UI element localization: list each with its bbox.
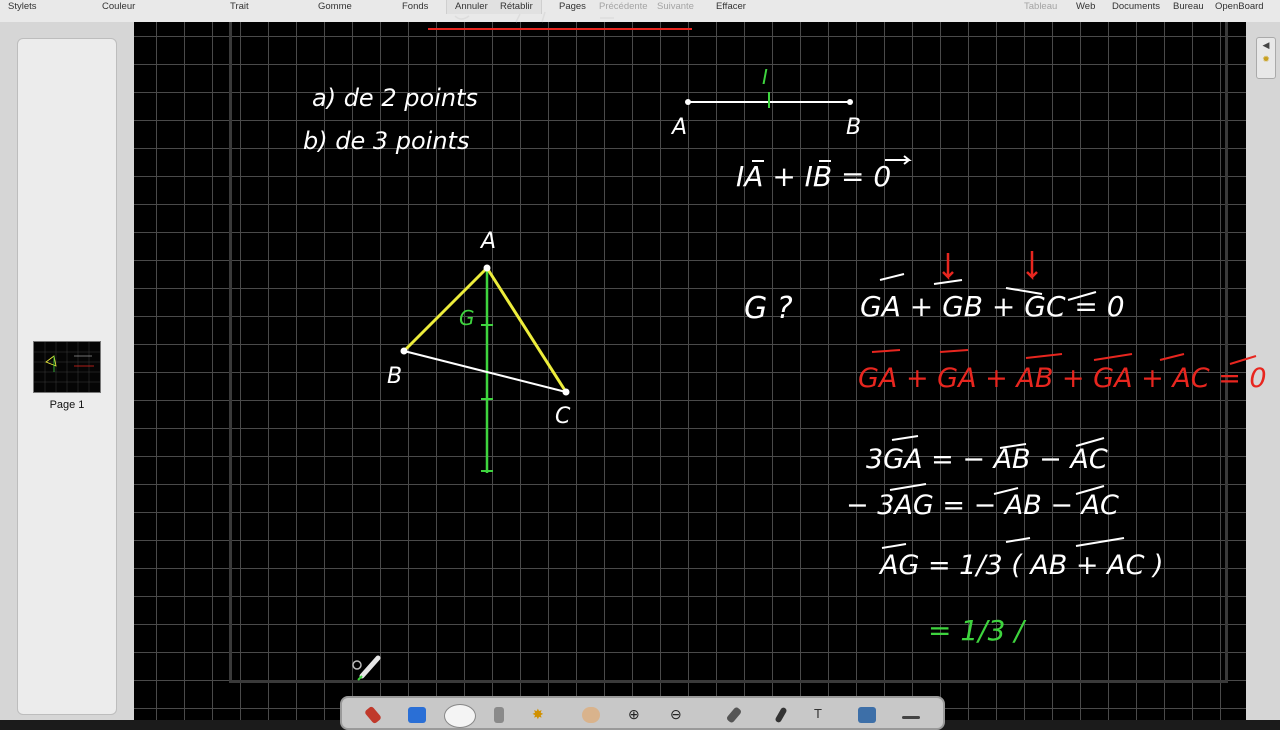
equation-4: − 3AG = − AB − AC bbox=[846, 490, 1119, 521]
vertex-a-label: A bbox=[479, 229, 496, 254]
red-arrows bbox=[942, 251, 1038, 281]
text-tool-icon[interactable]: T bbox=[814, 707, 832, 723]
centroid-label: G bbox=[459, 306, 475, 330]
side-ac bbox=[485, 267, 568, 393]
point-b-dot bbox=[847, 99, 853, 105]
equation-midpoint: IA + IB = 0 bbox=[736, 160, 891, 193]
line-tool-icon[interactable] bbox=[725, 706, 743, 724]
board-ink-layer: a) de 2 points b) de 3 points I A B IA +… bbox=[303, 11, 1267, 681]
marker-tool-icon[interactable] bbox=[774, 706, 788, 724]
list-item-b: b) de 3 points bbox=[303, 127, 469, 155]
vertex-c-dot bbox=[562, 388, 570, 396]
side-ab bbox=[402, 266, 489, 353]
vertex-a-dot bbox=[483, 264, 491, 272]
menu-icon[interactable] bbox=[902, 716, 920, 719]
list-item-a: a) de 2 points bbox=[312, 84, 478, 112]
partial-title-strokes bbox=[454, 11, 614, 23]
vector-arrows-eq5 bbox=[881, 537, 1125, 549]
pen-cursor-icon bbox=[352, 655, 381, 681]
zoom-in-icon[interactable]: ⊕ bbox=[628, 707, 646, 723]
point-a-dot bbox=[685, 99, 691, 105]
hand-tool-icon[interactable] bbox=[582, 707, 600, 723]
vector-arrows-eq2 bbox=[871, 349, 1257, 365]
pen-tool-icon[interactable] bbox=[364, 705, 382, 725]
laser-pointer-icon[interactable]: ✸ bbox=[532, 707, 550, 723]
vertex-b-dot bbox=[400, 347, 408, 355]
vertex-b-label: B bbox=[387, 364, 402, 389]
eraser-tool-icon[interactable] bbox=[408, 707, 426, 723]
label-a-segment: A bbox=[670, 115, 687, 140]
zoom-out-icon[interactable]: ⊖ bbox=[670, 707, 688, 723]
selector-tool-icon[interactable] bbox=[494, 707, 504, 723]
label-i: I bbox=[762, 65, 768, 89]
label-b-segment: B bbox=[846, 115, 861, 140]
equation-3: 3GA = − AB − AC bbox=[866, 444, 1108, 475]
tool-dock: ✸ ⊕ ⊖ T bbox=[340, 696, 945, 730]
equation-5: AG = 1/3 ( AB + AC ) bbox=[878, 550, 1164, 581]
equation-2: GA + GA + AB + GA + AC = 0 bbox=[858, 363, 1267, 394]
highlighter-tool-icon[interactable] bbox=[444, 704, 476, 728]
equation-6: = 1/3 / bbox=[928, 614, 1026, 647]
capture-tool-icon[interactable] bbox=[858, 707, 876, 723]
side-bc bbox=[403, 350, 567, 393]
g-question: G ? bbox=[744, 291, 793, 326]
vertex-c-label: C bbox=[555, 404, 571, 429]
